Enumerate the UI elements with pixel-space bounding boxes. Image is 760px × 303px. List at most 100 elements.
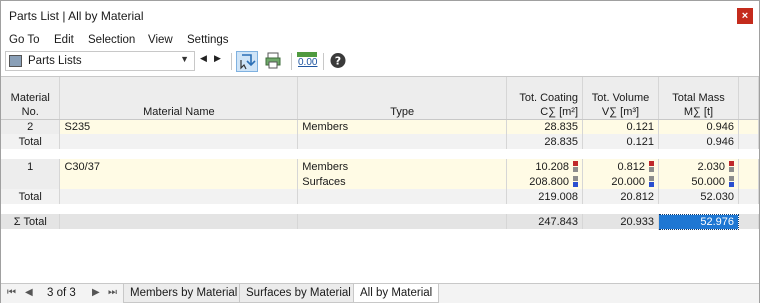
cell-type xyxy=(297,214,508,229)
parts-list-dropdown[interactable]: Parts Lists ▼ xyxy=(5,51,195,71)
row-gap xyxy=(1,149,759,159)
cell-mass[interactable]: 50.000 xyxy=(658,174,739,189)
cell-material-no[interactable] xyxy=(1,174,61,189)
header-material-name[interactable]: Material Name xyxy=(59,77,299,120)
jump-to-object-button[interactable] xyxy=(236,51,258,72)
toolbar-separator xyxy=(231,53,232,70)
print-button[interactable] xyxy=(263,51,285,72)
cell-type[interactable]: Members xyxy=(297,159,508,174)
table-row-total[interactable]: Total 219.008 20.812 52.030 xyxy=(1,189,760,204)
menu-bar: Go To Edit Selection View Settings xyxy=(1,32,759,50)
cell-total-label: Total xyxy=(1,134,61,149)
previous-icon[interactable]: ◀ xyxy=(200,53,207,64)
cell-material-name[interactable] xyxy=(59,174,299,189)
cell-type[interactable]: Surfaces xyxy=(297,174,508,189)
cell-volume[interactable]: 0.812 xyxy=(582,159,660,174)
cell-material-name[interactable]: C30/37 xyxy=(59,159,299,174)
toolbar-separator xyxy=(323,53,324,70)
cell-type[interactable]: Members xyxy=(297,119,508,134)
decimal-places-button[interactable]: 0.00 xyxy=(296,51,318,72)
cell-material-name xyxy=(59,189,299,204)
cell-coating[interactable]: 247.843 xyxy=(506,214,584,229)
parts-list-icon xyxy=(9,55,22,67)
cell-grand-total-label: Σ Total xyxy=(1,214,61,229)
tab-members-by-material[interactable]: Members by Material xyxy=(123,284,245,303)
cell-spacer xyxy=(738,119,760,134)
menu-selection[interactable]: Selection xyxy=(88,34,135,46)
cell-material-name xyxy=(59,134,299,149)
cell-coating[interactable]: 28.835 xyxy=(506,134,584,149)
next-page-icon[interactable]: ▶ xyxy=(92,287,100,298)
cell-spacer xyxy=(738,214,760,229)
title-bar: Parts List | All by Material × xyxy=(1,1,759,31)
red-marker-icon xyxy=(649,160,655,172)
red-marker-icon xyxy=(573,160,579,172)
blue-marker-icon xyxy=(573,175,579,187)
header-spacer xyxy=(738,77,760,120)
menu-view[interactable]: View xyxy=(148,34,173,46)
help-button[interactable]: ? xyxy=(328,51,350,72)
cell-mass[interactable]: 2.030 xyxy=(658,159,739,174)
cell-mass[interactable]: 52.030 xyxy=(658,189,739,204)
toolbar: Parts Lists ▼ ◀ ▶ 0.00 ? xyxy=(1,50,759,74)
table-row[interactable]: Surfaces 208.800 20.000 50.000 xyxy=(1,174,760,189)
menu-settings[interactable]: Settings xyxy=(187,34,229,46)
header-total-mass[interactable]: Total Mass M∑ [t] xyxy=(658,77,739,120)
first-page-icon[interactable]: ⏮ xyxy=(7,287,16,298)
row-gap xyxy=(1,204,759,214)
cell-coating[interactable]: 208.800 xyxy=(506,174,584,189)
cell-material-name[interactable]: S235 xyxy=(59,119,299,134)
cell-total-label: Total xyxy=(1,189,61,204)
cell-coating[interactable]: 10.208 xyxy=(506,159,584,174)
cell-volume[interactable]: 0.121 xyxy=(582,119,660,134)
close-button[interactable]: × xyxy=(737,8,753,24)
cell-mass-selected[interactable]: 52.976 xyxy=(658,213,739,230)
menu-go-to[interactable]: Go To xyxy=(9,34,39,46)
select-arrow-icon xyxy=(240,54,256,70)
cell-volume[interactable]: 0.121 xyxy=(582,134,660,149)
tab-all-by-material[interactable]: All by Material xyxy=(353,284,440,303)
table-row-grand-total[interactable]: Σ Total 247.843 20.933 52.976 xyxy=(1,213,760,230)
cell-mass[interactable]: 0.946 xyxy=(658,134,739,149)
window-title: Parts List | All by Material xyxy=(9,9,144,23)
page-counter: 3 of 3 xyxy=(47,287,76,299)
status-bar: ⏮ ◀ 3 of 3 ▶ ⏭ Members by Material Surfa… xyxy=(1,283,759,303)
cell-volume[interactable]: 20.933 xyxy=(582,214,660,229)
table-row[interactable]: 1 C30/37 Members 10.208 0.812 2.030 xyxy=(1,159,760,174)
next-icon[interactable]: ▶ xyxy=(214,53,221,64)
dropdown-value: Parts Lists xyxy=(28,55,82,67)
cell-volume[interactable]: 20.812 xyxy=(582,189,660,204)
header-type[interactable]: Type xyxy=(297,77,508,120)
last-page-icon[interactable]: ⏭ xyxy=(108,287,117,298)
material-table: Material No. Material Name Type Tot. Coat… xyxy=(1,77,760,230)
cell-coating[interactable]: 219.008 xyxy=(506,189,584,204)
tab-surfaces-by-material[interactable]: Surfaces by Material xyxy=(239,284,358,303)
svg-text:?: ? xyxy=(335,55,341,68)
decimal-places-label: 0.00 xyxy=(298,57,318,68)
cell-material-no[interactable]: 1 xyxy=(1,159,61,174)
blue-marker-icon xyxy=(728,175,734,187)
menu-edit[interactable]: Edit xyxy=(54,34,74,46)
cell-spacer xyxy=(738,159,760,174)
cell-spacer xyxy=(738,134,760,149)
cell-material-name xyxy=(59,214,299,229)
header-total-coating[interactable]: Tot. Coating C∑ [m²] xyxy=(506,77,584,120)
cell-material-no[interactable]: 2 xyxy=(1,119,61,134)
cell-coating[interactable]: 28.835 xyxy=(506,119,584,134)
blue-marker-icon xyxy=(649,175,655,187)
table-row[interactable]: 2 S235 Members 28.835 0.121 0.946 xyxy=(1,119,760,134)
parts-list-table: Material No. Material Name Type Tot. Coat… xyxy=(1,76,760,286)
cell-mass[interactable]: 0.946 xyxy=(658,119,739,134)
table-row-total[interactable]: Total 28.835 0.121 0.946 xyxy=(1,134,760,149)
cell-spacer xyxy=(738,189,760,204)
cell-volume[interactable]: 20.000 xyxy=(582,174,660,189)
previous-page-icon[interactable]: ◀ xyxy=(25,287,33,298)
header-material-no[interactable]: Material No. xyxy=(1,77,61,120)
toolbar-separator xyxy=(291,53,292,70)
cell-type xyxy=(297,189,508,204)
cell-spacer xyxy=(738,174,760,189)
chevron-down-icon[interactable]: ▼ xyxy=(180,54,189,64)
red-marker-icon xyxy=(728,160,734,172)
parts-list-window: Parts List | All by Material × Go To Edi… xyxy=(0,0,760,303)
header-total-volume[interactable]: Tot. Volume V∑ [m³] xyxy=(582,77,660,120)
